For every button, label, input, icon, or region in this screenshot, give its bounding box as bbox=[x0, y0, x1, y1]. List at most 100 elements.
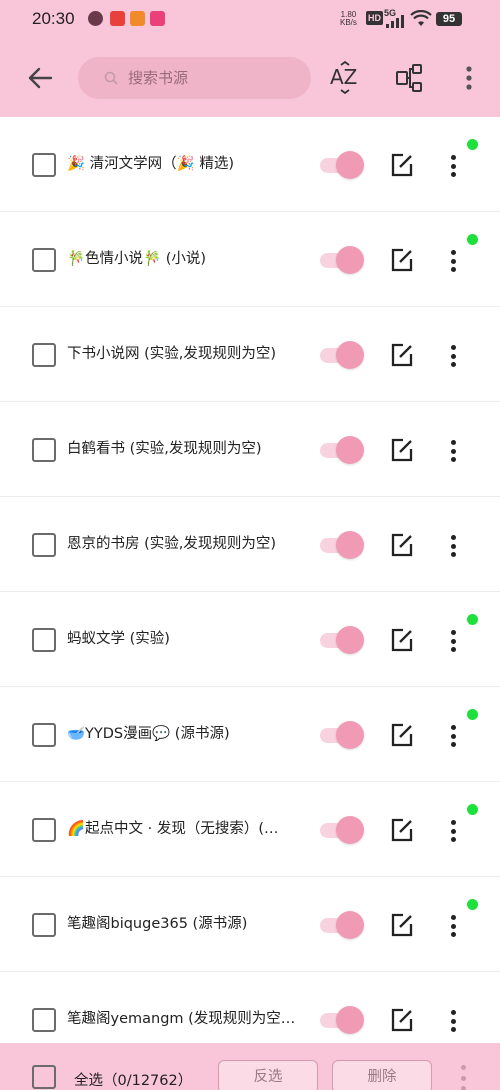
toggle-thumb bbox=[336, 1006, 364, 1034]
source-name: 笔趣阁yemangm (发现规则为空… bbox=[67, 1011, 296, 1027]
status-dot bbox=[467, 139, 478, 150]
row-more-button[interactable] bbox=[442, 341, 464, 371]
row-more-button[interactable] bbox=[442, 721, 464, 751]
source-name: 白鹤看书 (实验,发现规则为空) bbox=[67, 441, 262, 457]
svg-text:AZ: AZ bbox=[330, 65, 357, 89]
toggle-thumb bbox=[336, 151, 364, 179]
book-source-list[interactable]: 🎉 清河文学网（🎉 精选) 🎋色情小说🎋 (小说) 下书小说网 (实验,发现规则… bbox=[0, 117, 500, 1043]
more-vertical-icon bbox=[466, 66, 472, 90]
edit-icon[interactable] bbox=[389, 342, 415, 368]
row-checkbox[interactable] bbox=[32, 343, 56, 367]
list-item[interactable]: 白鹤看书 (实验,发现规则为空) bbox=[0, 402, 500, 497]
toggle-thumb bbox=[336, 911, 364, 939]
source-name: 🥣YYDS漫画💬 (源书源) bbox=[67, 726, 230, 742]
list-item[interactable]: 🎋色情小说🎋 (小说) bbox=[0, 212, 500, 307]
invert-selection-button[interactable]: 反选 bbox=[218, 1060, 318, 1090]
source-name: 🌈起点中文 · 发现（无搜索）(… bbox=[67, 821, 279, 837]
bottom-more-button[interactable] bbox=[456, 1065, 470, 1090]
row-more-button[interactable] bbox=[442, 626, 464, 656]
arrow-left-icon bbox=[28, 67, 53, 89]
row-checkbox[interactable] bbox=[32, 818, 56, 842]
enable-toggle[interactable] bbox=[318, 531, 366, 559]
status-bar: 20:30 1.80 KB/s HD 5G 95 bbox=[0, 0, 500, 38]
signal-icon bbox=[386, 15, 404, 28]
list-item[interactable]: 🌈起点中文 · 发现（无搜索）(… bbox=[0, 782, 500, 877]
row-checkbox[interactable] bbox=[32, 248, 56, 272]
sort-az-icon: AZ bbox=[330, 60, 357, 95]
row-more-button[interactable] bbox=[442, 1006, 464, 1036]
delete-button[interactable]: 删除 bbox=[332, 1060, 432, 1090]
battery-icon: 95 bbox=[436, 12, 462, 26]
hd-icon: HD bbox=[366, 11, 383, 25]
back-button[interactable] bbox=[22, 60, 58, 96]
list-item[interactable]: 🎉 清河文学网（🎉 精选) bbox=[0, 117, 500, 212]
toggle-thumb bbox=[336, 721, 364, 749]
edit-icon[interactable] bbox=[389, 1007, 415, 1033]
status-time: 20:30 bbox=[32, 9, 75, 28]
status-dot bbox=[467, 234, 478, 245]
select-all-checkbox[interactable] bbox=[32, 1065, 56, 1089]
enable-toggle[interactable] bbox=[318, 1006, 366, 1034]
row-checkbox[interactable] bbox=[32, 723, 56, 747]
search-bar[interactable] bbox=[78, 57, 311, 99]
status-dot bbox=[467, 899, 478, 910]
list-item[interactable]: 蚂蚁文学 (实验) bbox=[0, 592, 500, 687]
group-button[interactable] bbox=[394, 62, 426, 94]
network-speed-unit: KB/s bbox=[340, 18, 357, 27]
edit-icon[interactable] bbox=[389, 912, 415, 938]
list-item[interactable]: 恩京的书房 (实验,发现规则为空) bbox=[0, 497, 500, 592]
enable-toggle[interactable] bbox=[318, 911, 366, 939]
row-checkbox[interactable] bbox=[32, 628, 56, 652]
list-item[interactable]: 下书小说网 (实验,发现规则为空) bbox=[0, 307, 500, 402]
enable-toggle[interactable] bbox=[318, 626, 366, 654]
row-more-button[interactable] bbox=[442, 151, 464, 181]
edit-icon[interactable] bbox=[389, 722, 415, 748]
edit-icon[interactable] bbox=[389, 817, 415, 843]
row-checkbox[interactable] bbox=[32, 913, 56, 937]
selection-bar: 全选（0/12762） 反选 删除 bbox=[0, 1043, 500, 1090]
row-more-button[interactable] bbox=[442, 816, 464, 846]
notification-app-icon bbox=[110, 11, 125, 26]
wifi-icon bbox=[410, 10, 432, 26]
row-checkbox[interactable] bbox=[32, 533, 56, 557]
edit-icon[interactable] bbox=[389, 532, 415, 558]
row-checkbox[interactable] bbox=[32, 1008, 56, 1032]
status-dot bbox=[467, 804, 478, 815]
source-name: 下书小说网 (实验,发现规则为空) bbox=[67, 346, 277, 362]
source-name: 蚂蚁文学 (实验) bbox=[67, 631, 170, 647]
more-options-button[interactable] bbox=[455, 62, 483, 94]
row-checkbox[interactable] bbox=[32, 438, 56, 462]
list-item[interactable]: 笔趣阁biquge365 (源书源) bbox=[0, 877, 500, 972]
enable-toggle[interactable] bbox=[318, 436, 366, 464]
toggle-thumb bbox=[336, 246, 364, 274]
edit-icon[interactable] bbox=[389, 247, 415, 273]
select-all-label: 全选（0/12762） bbox=[74, 1073, 193, 1089]
toggle-thumb bbox=[336, 341, 364, 369]
notification-app-icon bbox=[88, 11, 103, 26]
notification-app-icon bbox=[150, 11, 165, 26]
edit-icon[interactable] bbox=[389, 152, 415, 178]
enable-toggle[interactable] bbox=[318, 721, 366, 749]
source-name: 🎋色情小说🎋 (小说) bbox=[67, 251, 207, 267]
enable-toggle[interactable] bbox=[318, 341, 366, 369]
enable-toggle[interactable] bbox=[318, 816, 366, 844]
row-more-button[interactable] bbox=[442, 911, 464, 941]
status-dot bbox=[467, 709, 478, 720]
toggle-thumb bbox=[336, 626, 364, 654]
group-icon bbox=[396, 64, 422, 92]
enable-toggle[interactable] bbox=[318, 246, 366, 274]
search-input[interactable] bbox=[128, 69, 298, 87]
edit-icon[interactable] bbox=[389, 627, 415, 653]
toggle-thumb bbox=[336, 816, 364, 844]
row-checkbox[interactable] bbox=[32, 153, 56, 177]
toggle-thumb bbox=[336, 531, 364, 559]
list-item[interactable]: 🥣YYDS漫画💬 (源书源) bbox=[0, 687, 500, 782]
list-item[interactable]: 笔趣阁yemangm (发现规则为空… bbox=[0, 972, 500, 1043]
row-more-button[interactable] bbox=[442, 531, 464, 561]
edit-icon[interactable] bbox=[389, 437, 415, 463]
row-more-button[interactable] bbox=[442, 436, 464, 466]
row-more-button[interactable] bbox=[442, 246, 464, 276]
enable-toggle[interactable] bbox=[318, 151, 366, 179]
app-bar: 20:30 1.80 KB/s HD 5G 95 搜索书源 AZ bbox=[0, 0, 500, 117]
sort-button[interactable]: AZ bbox=[328, 60, 362, 96]
